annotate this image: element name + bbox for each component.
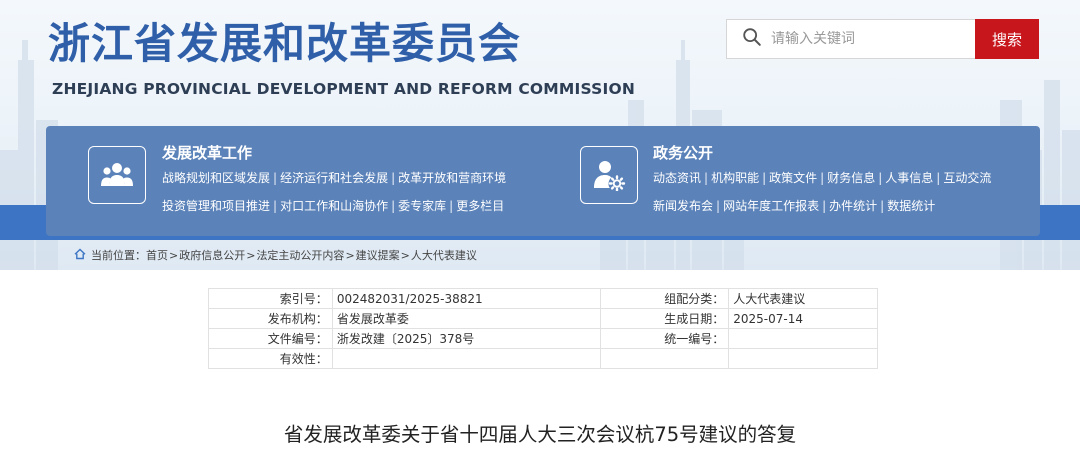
meta-label: 生成日期：	[600, 308, 730, 329]
separator: |	[273, 171, 278, 185]
breadcrumb-item[interactable]: 政府信息公开	[179, 247, 245, 263]
separator: |	[878, 171, 883, 185]
nav-link[interactable]: 对口工作和山海协作	[280, 199, 388, 213]
nav-link[interactable]: 办件统计	[829, 199, 877, 213]
nav-link[interactable]: 人事信息	[885, 171, 933, 185]
nav-link[interactable]: 机构职能	[711, 171, 759, 185]
breadcrumb-separator: >	[246, 248, 256, 262]
meta-row: 索引号： 002482031/2025-38821 组配分类： 人大代表建议	[208, 288, 878, 309]
nav-section-development-reform: 发展改革工作 战略规划和区域发展 | 经济运行和社会发展 | 改革开放和营商环境 投资管…	[46, 126, 543, 236]
meta-value	[728, 348, 878, 369]
meta-label: 索引号：	[208, 288, 333, 309]
meta-value	[728, 328, 878, 349]
site-logo-title[interactable]: 浙江省发展和改革委员会	[48, 14, 521, 74]
document-meta-table: 索引号： 002482031/2025-38821 组配分类： 人大代表建议 发…	[208, 288, 878, 369]
breadcrumb-prefix: 当前位置：	[91, 249, 146, 262]
search-icon	[741, 26, 763, 53]
separator: |	[820, 171, 825, 185]
nav-link[interactable]: 互动交流	[943, 171, 991, 185]
nav-panel: 发展改革工作 战略规划和区域发展 | 经济运行和社会发展 | 改革开放和营商环境 投资管…	[46, 126, 1040, 236]
breadcrumb: 当前位置： 首页 > 政府信息公开 > 法定主动公开内容 > 建议提案 > 人大代表建议	[74, 247, 477, 263]
nav-link[interactable]: 网站年度工作报表	[723, 199, 819, 213]
document-title: 省发展改革委关于省十四届人大三次会议杭75号建议的答复	[283, 423, 797, 446]
meta-label: 组配分类：	[600, 288, 730, 309]
people-group-icon[interactable]	[88, 146, 146, 204]
separator: |	[273, 199, 278, 213]
nav-link[interactable]: 财务信息	[827, 171, 875, 185]
meta-value: 浙发改建〔2025〕378号	[331, 328, 602, 349]
nav-link[interactable]: 投资管理和项目推进	[162, 199, 270, 213]
separator: |	[704, 171, 709, 185]
search-box	[726, 19, 976, 59]
nav-link[interactable]: 政策文件	[769, 171, 817, 185]
meta-value: 省发展改革委	[331, 308, 602, 329]
separator: |	[449, 199, 454, 213]
breadcrumb-item[interactable]: 法定主动公开内容	[256, 247, 344, 263]
breadcrumb-separator: >	[400, 248, 410, 262]
meta-row: 有效性：	[208, 348, 878, 369]
breadcrumb-item[interactable]: 首页	[146, 247, 168, 263]
nav-link[interactable]: 新闻发布会	[653, 199, 713, 213]
nav-links-development-reform: 战略规划和区域发展 | 经济运行和社会发展 | 改革开放和营商环境 投资管理和项目推进 |…	[162, 164, 542, 220]
search-input[interactable]	[771, 31, 961, 47]
nav-links-government-affairs: 动态资讯 | 机构职能 | 政策文件 | 财务信息 | 人事信息 | 互动交流 新闻发布会 | 网站年度…	[653, 164, 1033, 220]
separator: |	[762, 171, 767, 185]
separator: |	[716, 199, 721, 213]
meta-label	[600, 348, 730, 369]
nav-link[interactable]: 动态资讯	[653, 171, 701, 185]
user-gear-icon[interactable]	[580, 146, 638, 204]
nav-link[interactable]: 经济运行和社会发展	[280, 171, 388, 185]
meta-value: 2025-07-14	[728, 308, 878, 329]
breadcrumb-item[interactable]: 建议提案	[356, 247, 400, 263]
search-button[interactable]: 搜索	[975, 19, 1039, 59]
separator: |	[822, 199, 827, 213]
meta-label: 文件编号：	[208, 328, 333, 349]
nav-link[interactable]: 数据统计	[887, 199, 935, 213]
nav-title-government-affairs[interactable]: 政务公开	[653, 142, 713, 163]
separator: |	[391, 171, 396, 185]
meta-value	[331, 348, 602, 369]
separator: |	[880, 199, 885, 213]
breadcrumb-separator: >	[169, 248, 179, 262]
nav-link[interactable]: 战略规划和区域发展	[162, 171, 270, 185]
separator: |	[391, 199, 396, 213]
meta-label: 统一编号：	[600, 328, 730, 349]
nav-section-government-affairs: 政务公开 动态资讯 | 机构职能 | 政策文件 | 财务信息 | 人事信息 | 互动交流 新闻发布会…	[543, 126, 1040, 236]
meta-row: 发布机构： 省发展改革委 生成日期： 2025-07-14	[208, 308, 878, 329]
home-icon	[74, 248, 91, 263]
meta-label: 有效性：	[208, 348, 333, 369]
nav-link[interactable]: 更多栏目	[456, 199, 504, 213]
breadcrumb-item[interactable]: 人大代表建议	[411, 247, 477, 263]
breadcrumb-separator: >	[345, 248, 355, 262]
meta-value: 002482031/2025-38821	[331, 288, 602, 309]
meta-value: 人大代表建议	[728, 288, 878, 309]
separator: |	[936, 171, 941, 185]
nav-title-development-reform[interactable]: 发展改革工作	[162, 142, 252, 163]
nav-link[interactable]: 委专家库	[398, 199, 446, 213]
meta-label: 发布机构：	[208, 308, 333, 329]
meta-row: 文件编号： 浙发改建〔2025〕378号 统一编号：	[208, 328, 878, 349]
site-logo-subtitle: ZHEJIANG PROVINCIAL DEVELOPMENT AND REFO…	[52, 80, 636, 98]
nav-link[interactable]: 改革开放和营商环境	[398, 171, 506, 185]
